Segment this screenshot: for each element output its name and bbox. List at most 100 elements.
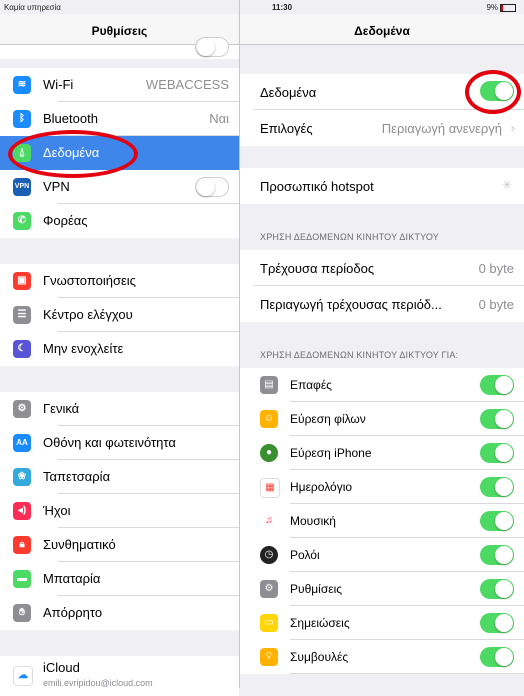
contacts-icon: ▤: [260, 376, 278, 394]
find-friends-icon: ☺: [260, 410, 278, 428]
options-row[interactable]: Επιλογές Περιαγωγή ανενεργή ›: [240, 110, 524, 146]
notes-icon: ▭: [260, 614, 278, 632]
sidebar-item-label: iCloud: [43, 660, 80, 675]
app-toggle-notes[interactable]: [480, 613, 514, 633]
sidebar-item-wifi[interactable]: ≋ Wi-Fi WEBACCESS: [0, 68, 239, 102]
app-label: Συμβουλές: [290, 650, 349, 664]
tips-icon: 💡︎: [260, 648, 278, 666]
phone-icon: ✆: [13, 212, 31, 230]
battery-indicator: 9%: [486, 3, 516, 12]
app-toggle-clock[interactable]: [480, 545, 514, 565]
app-label: Ρολόι: [290, 548, 320, 562]
sidebar-item-label: Μπαταρία: [43, 571, 101, 586]
battery-percent: 9%: [486, 3, 498, 12]
sidebar-item-notifications[interactable]: ▣ Γνωστοποιήσεις: [0, 264, 239, 298]
current-period-label: Τρέχουσα περίοδος: [260, 261, 375, 276]
app-toggle-music[interactable]: [480, 511, 514, 531]
app-toggle-calendar[interactable]: [480, 477, 514, 497]
roaming-period-row: Περιαγωγή τρέχουσας περιόδ... 0 byte: [240, 286, 524, 322]
sidebar-item-cellular[interactable]: ⍙ Δεδομένα: [0, 136, 239, 170]
current-period-value: 0 byte: [478, 261, 514, 276]
cellular-data-toggle[interactable]: [480, 81, 514, 101]
sidebar-item-label: Ήχοι: [43, 503, 71, 518]
cellular-data-row[interactable]: Δεδομένα: [240, 74, 524, 110]
sidebar-item-display[interactable]: AA Οθόνη και φωτεινότητα: [0, 426, 239, 460]
gear-icon: ⚙: [13, 400, 31, 418]
app-toggle-tips[interactable]: [480, 647, 514, 667]
sidebar-item-label: Δεδομένα: [43, 145, 100, 160]
app-toggle-contacts[interactable]: [480, 375, 514, 395]
sidebar-item-passcode[interactable]: 🔒︎ Συνθηματικό: [0, 528, 239, 562]
app-toggle-find-iphone[interactable]: [480, 443, 514, 463]
options-value: Περιαγωγή ανενεργή: [381, 121, 502, 136]
app-label: Μουσική: [290, 514, 336, 528]
sidebar-item-carrier[interactable]: ✆ Φορέας: [0, 204, 239, 238]
sidebar-item-label: Απόρρητο: [43, 605, 103, 620]
sidebar-item-label: Οθόνη και φωτεινότητα: [43, 435, 176, 450]
app-toggle-find-friends[interactable]: [480, 409, 514, 429]
sidebar-item-value: WEBACCESS: [145, 77, 229, 92]
sidebar-item-label: Bluetooth: [43, 111, 98, 126]
sidebar-item-icloud[interactable]: ☁ iCloud emili.evripidou@icloud.com: [0, 656, 239, 696]
battery-icon: [500, 3, 516, 12]
sidebar-item-label: Γενικά: [43, 401, 80, 416]
cellular-detail: Δεδομένα Δεδομένα Επιλογές Περιαγωγή ανε…: [240, 0, 524, 688]
sound-icon: ◂): [13, 502, 31, 520]
app-row-contacts: ▤ Επαφές: [240, 368, 524, 402]
hotspot-label: Προσωπικό hotspot: [260, 179, 374, 194]
display-icon: AA: [13, 434, 31, 452]
moon-icon: ☾: [13, 340, 31, 358]
app-row-clock: ◷ Ρολόι: [240, 538, 524, 572]
sidebar-item-privacy[interactable]: ✋︎ Απόρρητο: [0, 596, 239, 630]
icloud-email: emili.evripidou@icloud.com: [43, 678, 153, 688]
cellular-data-label: Δεδομένα: [260, 85, 317, 100]
app-label: Εύρεση iPhone: [290, 446, 372, 460]
app-row-music: ♫ Μουσική: [240, 504, 524, 538]
toggle-partial[interactable]: [195, 37, 229, 57]
options-label: Επιλογές: [260, 121, 313, 136]
app-toggle-settings[interactable]: [480, 579, 514, 599]
sidebar-item-label: Γνωστοποιήσεις: [43, 273, 136, 288]
sidebar-item-battery[interactable]: ▬ Μπαταρία: [0, 562, 239, 596]
sidebar-title: Ρυθμίσεις: [91, 24, 148, 38]
app-row-settings: ⚙ Ρυθμίσεις: [240, 572, 524, 606]
bluetooth-icon: ᛒ: [13, 110, 31, 128]
vpn-toggle[interactable]: [195, 177, 229, 197]
sidebar-item-bluetooth[interactable]: ᛒ Bluetooth Ναι: [0, 102, 239, 136]
wifi-icon: ≋: [13, 76, 31, 94]
app-row-find-friends: ☺ Εύρεση φίλων: [240, 402, 524, 436]
find-iphone-icon: ●: [260, 444, 278, 462]
hand-icon: ✋︎: [13, 604, 31, 622]
detail-title: Δεδομένα: [354, 24, 410, 38]
settings-sidebar: Ρυθμίσεις ≋ Wi-Fi WEBACCESS ᛒ Bluetooth …: [0, 0, 240, 696]
roaming-period-label: Περιαγωγή τρέχουσας περιόδ...: [260, 297, 442, 312]
sidebar-item-sounds[interactable]: ◂) Ήχοι: [0, 494, 239, 528]
sidebar-item-vpn[interactable]: VPN VPN: [0, 170, 239, 204]
app-row-notes: ▭ Σημειώσεις: [240, 606, 524, 640]
hotspot-row[interactable]: Προσωπικό hotspot ✳: [240, 168, 524, 204]
sidebar-item-control-center[interactable]: ☰ Κέντρο ελέγχου: [0, 298, 239, 332]
calendar-icon: ▦: [260, 478, 280, 498]
current-period-row: Τρέχουσα περίοδος 0 byte: [240, 250, 524, 286]
sidebar-item-general[interactable]: ⚙ Γενικά: [0, 392, 239, 426]
sidebar-item-label: Wi-Fi: [43, 77, 74, 92]
sidebar-item-label: VPN: [43, 179, 70, 194]
roaming-period-value: 0 byte: [478, 297, 514, 312]
app-row-calendar: ▦ Ημερολόγιο: [240, 470, 524, 504]
app-label: Εύρεση φίλων: [290, 412, 366, 426]
sidebar-item-partial[interactable]: [0, 37, 239, 59]
chevron-right-icon: ›: [510, 120, 515, 135]
cellular-icon: ⍙: [13, 144, 31, 162]
carrier-label: Καμία υπηρεσία: [4, 3, 61, 12]
sidebar-item-label: Μην ενοχλείτε: [43, 341, 124, 356]
sidebar-item-label: Φορέας: [43, 213, 88, 228]
vpn-icon: VPN: [13, 178, 31, 196]
app-label: Ρυθμίσεις: [290, 582, 343, 596]
spinner-icon: ✳: [501, 178, 512, 192]
sidebar-item-label: Συνθηματικό: [43, 537, 116, 552]
sidebar-item-wallpaper[interactable]: ❀ Ταπετσαρία: [0, 460, 239, 494]
battery-icon: ▬: [13, 570, 31, 588]
sidebar-item-do-not-disturb[interactable]: ☾ Μην ενοχλείτε: [0, 332, 239, 366]
notifications-icon: ▣: [13, 272, 31, 290]
app-row-tips: 💡︎ Συμβουλές: [240, 640, 524, 674]
